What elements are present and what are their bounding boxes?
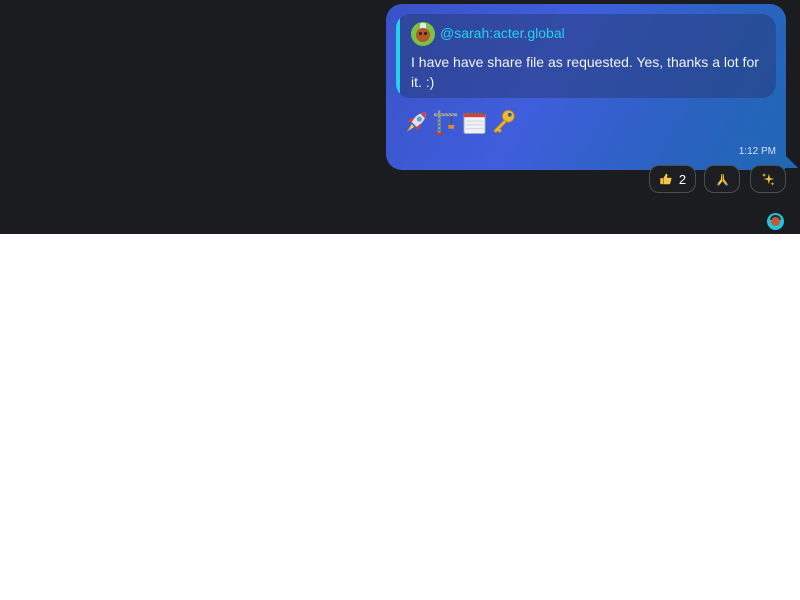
message-timestamp: 1:12 PM — [738, 146, 776, 157]
sparkles-icon — [761, 172, 775, 186]
reaction-thumbs-up[interactable]: 2 — [649, 165, 696, 193]
folded-hands-icon — [716, 173, 728, 186]
reply-text: I have have share file as requested. Yes… — [411, 54, 759, 90]
rocket-emoji-icon — [406, 112, 427, 132]
spiral-calendar-emoji-icon — [463, 112, 486, 135]
key-emoji-icon — [493, 109, 515, 134]
thumbs-up-icon — [660, 173, 672, 185]
reply-author[interactable]: @sarah:acter.global — [440, 25, 565, 41]
construction-crane-emoji-icon — [433, 110, 458, 135]
reaction-folded-hands[interactable] — [704, 165, 740, 193]
read-receipt-avatar[interactable] — [767, 213, 784, 230]
reply-quote[interactable]: @sarah:acter.global I have have share fi… — [396, 14, 776, 98]
user-avatar-icon[interactable] — [411, 22, 435, 46]
message-emoji-content — [403, 108, 517, 138]
reaction-sparkles[interactable] — [750, 165, 786, 193]
reaction-count: 2 — [678, 171, 687, 187]
reply-accent-bar — [396, 14, 400, 98]
